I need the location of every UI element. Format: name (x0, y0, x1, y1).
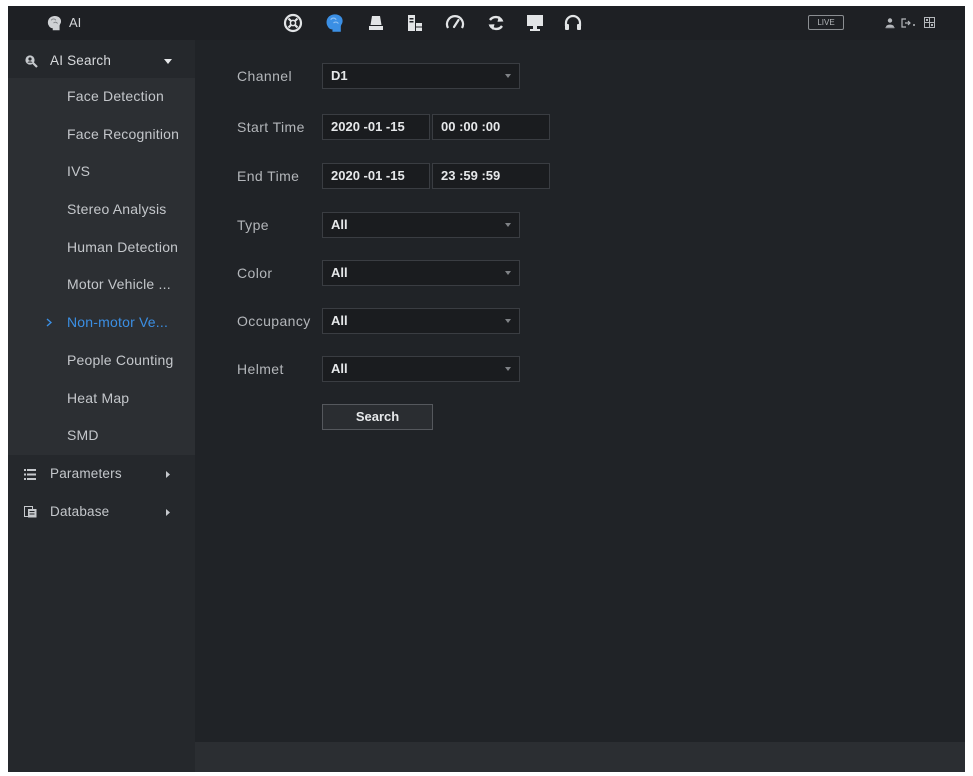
end-date-input[interactable]: 2020 -01 -15 (322, 163, 430, 189)
sidebar-item-people-counting[interactable]: People Counting (8, 342, 195, 380)
main-menu-icon[interactable] (282, 12, 304, 34)
sidebar-item-label: Face Recognition (67, 125, 180, 142)
chevron-down-icon (505, 271, 511, 275)
occupancy-value: All (331, 313, 348, 328)
occupancy-row: Occupancy All (195, 308, 895, 334)
headset-icon[interactable] (562, 12, 584, 34)
end-time-row: End Time 2020 -01 -15 23 :59 :59 (195, 163, 895, 189)
status-bar (195, 742, 965, 772)
chevron-down-icon (505, 74, 511, 78)
logout-icon[interactable] (900, 17, 916, 29)
live-button[interactable]: LIVE (808, 15, 844, 30)
sidebar-item-stereo-analysis[interactable]: Stereo Analysis (8, 191, 195, 229)
sidebar-item-label: Non-motor Ve... (67, 314, 169, 331)
channel-label: Channel (237, 68, 292, 84)
sidebar-item-label: People Counting (67, 351, 174, 368)
ai-icon[interactable] (323, 12, 345, 34)
color-value: All (331, 265, 348, 280)
nvr-window: AI LIVE AI Search Face Detection Face Re… (8, 6, 965, 772)
end-time-input[interactable]: 23 :59 :59 (432, 163, 550, 189)
helmet-label: Helmet (237, 361, 284, 377)
color-row: Color All (195, 260, 895, 286)
sidebar-item-database[interactable]: Database (8, 499, 195, 525)
ai-brain-icon (45, 14, 63, 32)
helmet-select[interactable]: All (322, 356, 520, 382)
app-title: AI (69, 15, 82, 30)
occupancy-label: Occupancy (237, 313, 311, 329)
start-time-input[interactable]: 00 :00 :00 (432, 114, 550, 140)
camera-icon[interactable] (365, 12, 387, 34)
channel-value: D1 (331, 68, 348, 83)
color-label: Color (237, 265, 273, 281)
sidebar-item-label: IVS (67, 163, 91, 180)
chevron-down-icon (164, 59, 172, 64)
ai-search-icon (24, 54, 38, 68)
sidebar-item-label: Heat Map (67, 389, 130, 406)
speedometer-icon[interactable] (444, 12, 466, 34)
sidebar-item-label: Parameters (50, 466, 122, 481)
helmet-value: All (331, 361, 348, 376)
storage-icon[interactable] (404, 12, 426, 34)
sidebar: AI Search Face Detection Face Recognitio… (8, 40, 195, 772)
sidebar-item-heat-map[interactable]: Heat Map (8, 380, 195, 418)
ai-search-submenu: Face Detection Face Recognition IVS Ster… (8, 78, 195, 455)
chevron-down-icon (505, 319, 511, 323)
start-time-value: 00 :00 :00 (441, 119, 501, 134)
sidebar-item-ivs[interactable]: IVS (8, 153, 195, 191)
type-label: Type (237, 217, 269, 233)
list-icon (24, 469, 38, 483)
helmet-row: Helmet All (195, 356, 895, 382)
channel-row: Channel D1 (195, 63, 895, 89)
refresh-icon[interactable] (485, 12, 507, 34)
live-label: LIVE (817, 18, 835, 27)
sidebar-item-human-detection[interactable]: Human Detection (8, 229, 195, 267)
user-icon[interactable] (884, 17, 896, 29)
sidebar-item-smd[interactable]: SMD (8, 417, 195, 455)
sidebar-item-face-recognition[interactable]: Face Recognition (8, 116, 195, 154)
chevron-down-icon (505, 223, 511, 227)
sidebar-item-motor-vehicle[interactable]: Motor Vehicle ... (8, 266, 195, 304)
start-date-value: 2020 -01 -15 (331, 119, 405, 134)
active-indicator-icon (46, 318, 52, 327)
start-time-label: Start Time (237, 119, 305, 135)
type-select[interactable]: All (322, 212, 520, 238)
monitor-icon[interactable] (524, 12, 546, 34)
search-button[interactable]: Search (322, 404, 433, 430)
sidebar-item-non-motor-vehicle[interactable]: Non-motor Ve... (8, 304, 195, 342)
start-time-row: Start Time 2020 -01 -15 00 :00 :00 (195, 114, 895, 140)
chevron-down-icon (505, 367, 511, 371)
sidebar-item-label: Database (50, 504, 110, 519)
chevron-right-icon (166, 471, 170, 478)
sidebar-item-label: AI Search (50, 53, 112, 68)
sidebar-item-ai-search[interactable]: AI Search (8, 48, 195, 74)
sidebar-item-parameters[interactable]: Parameters (8, 461, 195, 487)
database-icon (24, 506, 38, 520)
sidebar-item-label: Face Detection (67, 88, 164, 104)
sidebar-item-label: SMD (67, 427, 99, 444)
occupancy-select[interactable]: All (322, 308, 520, 334)
sidebar-item-label: Stereo Analysis (67, 201, 167, 218)
channel-select[interactable]: D1 (322, 63, 520, 89)
main-panel: Channel D1 Start Time 2020 -01 -15 00 :0… (195, 40, 965, 772)
start-date-input[interactable]: 2020 -01 -15 (322, 114, 430, 140)
type-value: All (331, 217, 348, 232)
sidebar-item-label: Motor Vehicle ... (67, 276, 171, 293)
sidebar-item-label: Human Detection (67, 238, 179, 255)
color-select[interactable]: All (322, 260, 520, 286)
end-date-value: 2020 -01 -15 (331, 168, 405, 183)
sidebar-item-face-detection[interactable]: Face Detection (8, 78, 195, 116)
end-time-label: End Time (237, 168, 300, 184)
grid-icon[interactable] (924, 17, 935, 29)
chevron-right-icon (166, 509, 170, 516)
top-bar: AI LIVE (8, 6, 965, 40)
type-row: Type All (195, 212, 895, 238)
end-time-value: 23 :59 :59 (441, 168, 501, 183)
